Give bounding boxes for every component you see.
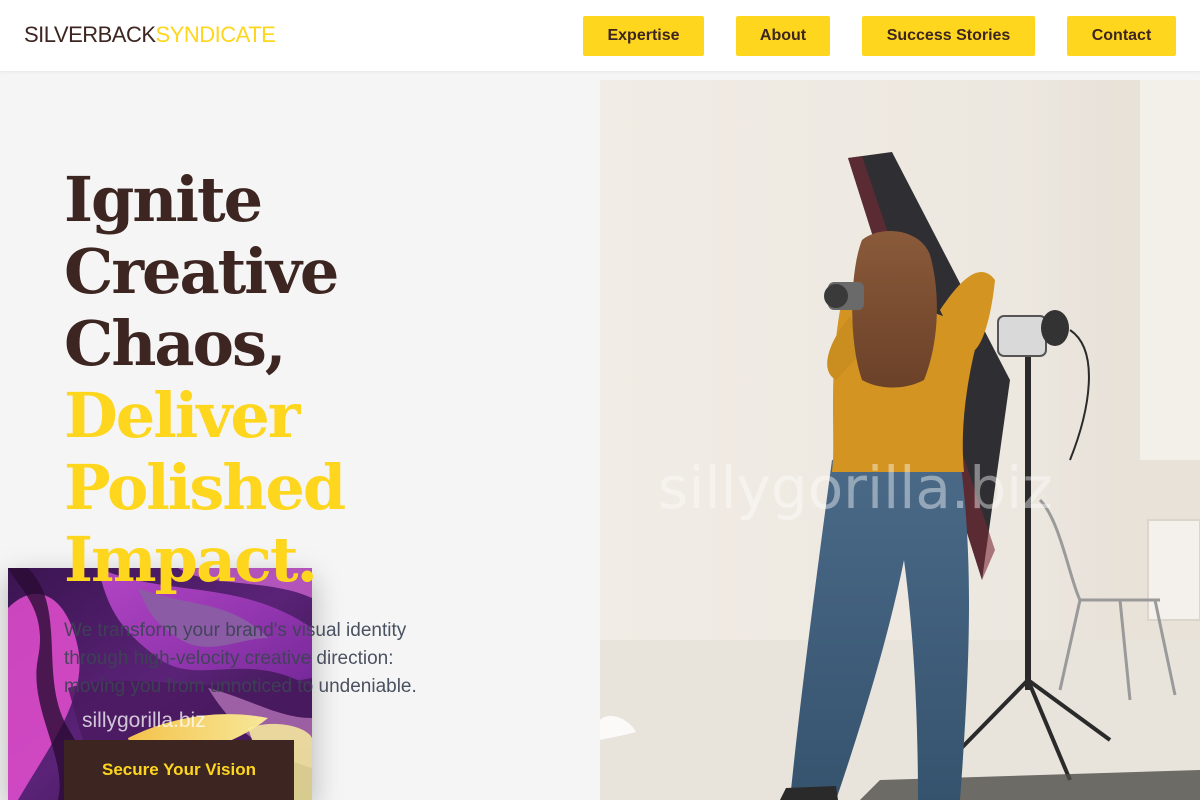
brand-name-second: SYNDICATE: [155, 22, 276, 47]
hero-title-highlight-line: Polished: [64, 451, 346, 524]
nav-success-stories-button[interactable]: Success Stories: [862, 16, 1035, 56]
brand-logo[interactable]: SILVERBACKSYNDICATE: [24, 22, 276, 48]
hero-title-line: Chaos,: [64, 307, 286, 380]
hero-title: Ignite Creative Chaos, Deliver Polished …: [64, 163, 346, 596]
hero-description: We transform your brand's visual identit…: [64, 617, 484, 701]
hero-title-line: Creative: [64, 235, 339, 308]
hero-photo: [600, 80, 1200, 800]
nav-about-button[interactable]: About: [736, 16, 830, 56]
nav-expertise-button[interactable]: Expertise: [583, 16, 704, 56]
secure-your-vision-button[interactable]: Secure Your Vision: [64, 740, 294, 800]
photo-watermark: sillygorilla.biz: [658, 454, 1053, 522]
brand-name-first: SILVERBACK: [24, 22, 156, 47]
nav-contact-button[interactable]: Contact: [1067, 16, 1176, 56]
hero-description-line: moving you from unnoticed to undeniable.: [64, 676, 417, 697]
hero-description-line: We transform your brand's visual identit…: [64, 620, 407, 641]
site-header: SILVERBACKSYNDICATE Expertise About Succ…: [0, 0, 1200, 72]
art-watermark: sillygorilla.biz: [82, 709, 206, 732]
hero-title-line: Ignite: [64, 163, 263, 236]
hero-title-highlight-line: Deliver: [64, 379, 300, 452]
hero-description-line: through high-velocity creative direction…: [64, 648, 394, 669]
hero-title-highlight-line: Impact.: [64, 523, 318, 596]
